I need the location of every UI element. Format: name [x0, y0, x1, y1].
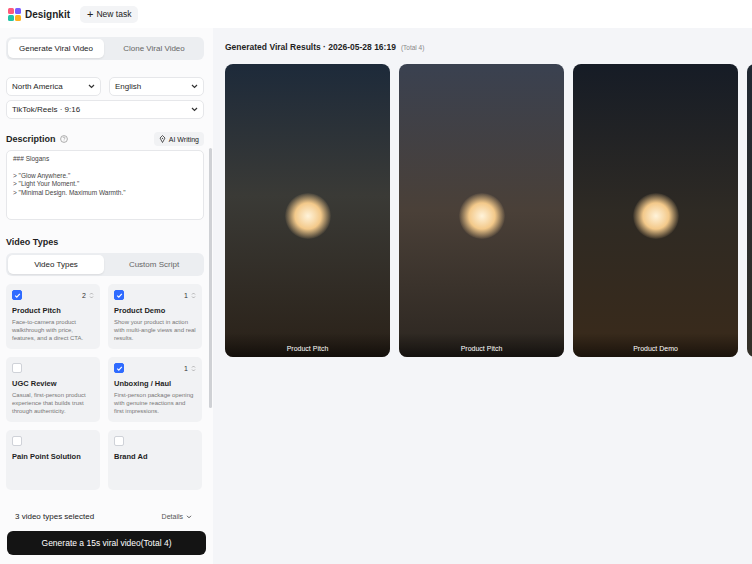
video-type-description: Face-to-camera product walkthrough with …: [12, 318, 94, 342]
format-select[interactable]: TikTok/Reels · 9:16: [6, 100, 204, 119]
chevron-down-icon: [88, 84, 95, 89]
count-stepper[interactable]: 1: [184, 291, 196, 300]
video-type-description: Casual, first-person product experience …: [12, 391, 94, 415]
video-type-title: Pain Point Solution: [12, 452, 94, 461]
results-panel: Generated Viral Results · 2026-05-28 16:…: [213, 28, 752, 564]
description-textarea[interactable]: ### Slogans > "Glow Anywhere."> "Light Yo…: [6, 150, 204, 220]
lamp-image: [633, 193, 679, 239]
count-value: 1: [184, 365, 188, 372]
left-panel: Generate Viral VideoClone Viral Video No…: [0, 28, 213, 564]
results-total: (Total 4): [401, 44, 424, 51]
result-label: Product Pitch: [225, 333, 390, 357]
selected-count: 3 video types selected: [15, 512, 94, 521]
video-type-tabs: Video TypesCustom Script: [6, 253, 204, 276]
pen-icon: [159, 135, 166, 143]
plus-icon: +: [87, 9, 93, 20]
description-line: [13, 164, 197, 172]
checkbox[interactable]: [114, 436, 124, 446]
video-type-controls: [12, 363, 94, 373]
count-stepper[interactable]: 2: [82, 291, 94, 300]
video-type-title: Unboxing / Haul: [114, 379, 196, 388]
checkbox[interactable]: [114, 363, 124, 373]
video-type-controls: [12, 436, 94, 446]
check-icon: [116, 365, 123, 372]
settings-scroll: Generate Viral VideoClone Viral Video No…: [0, 28, 213, 504]
video-type-title: UGC Review: [12, 379, 94, 388]
video-type-tab[interactable]: Custom Script: [106, 255, 202, 274]
checkbox[interactable]: [12, 436, 22, 446]
checkbox[interactable]: [114, 290, 124, 300]
help-icon[interactable]: [60, 135, 68, 143]
description-line: > "Light Your Moment.": [13, 180, 197, 189]
video-type-tab[interactable]: Video Types: [8, 255, 104, 274]
count-stepper[interactable]: 1: [184, 364, 196, 373]
video-types-title: Video Types: [6, 237, 204, 247]
video-type-title: Product Pitch: [12, 306, 94, 315]
chevron-down-icon: [191, 84, 198, 89]
video-type-controls: 2: [12, 290, 94, 300]
description-line: > "Glow Anywhere.": [13, 172, 197, 181]
result-label: Product Pitch: [399, 333, 564, 357]
results-row: Product Pitch Product Pitch Product Demo: [225, 64, 752, 357]
video-type-card[interactable]: 2 Product Pitch Face-to-camera product w…: [6, 284, 100, 349]
video-type-description: Show your product in action with multi-a…: [114, 318, 196, 342]
result-label: Product Demo: [573, 333, 738, 357]
count-value: 1: [184, 292, 188, 299]
video-type-card[interactable]: Brand Ad: [108, 430, 202, 490]
results-title: Generated Viral Results · 2026-05-28 16:…: [225, 42, 396, 52]
mode-tab[interactable]: Clone Viral Video: [106, 39, 202, 58]
chevron-down-icon: [186, 515, 192, 519]
result-video[interactable]: [747, 64, 752, 357]
selection-summary: 3 video types selected Details: [7, 512, 206, 521]
video-type-title: Brand Ad: [114, 452, 196, 461]
mode-tab[interactable]: Generate Viral Video: [8, 39, 104, 58]
video-type-card[interactable]: Pain Point Solution: [6, 430, 100, 490]
result-video[interactable]: Product Demo: [573, 64, 738, 357]
lamp-image: [459, 193, 505, 239]
result-video[interactable]: Product Pitch: [399, 64, 564, 357]
count-value: 2: [82, 292, 86, 299]
app: Designkit + New task Generate Viral Vide…: [0, 0, 752, 564]
up-down-icon: [89, 291, 94, 300]
video-type-card[interactable]: UGC Review Casual, first-person product …: [6, 357, 100, 422]
footer: 3 video types selected Details Generate …: [0, 504, 213, 564]
description-line: > "Minimal Design. Maximum Warmth.": [13, 189, 197, 198]
ai-writing-button[interactable]: AI Writing: [154, 132, 204, 146]
video-type-grid: 2 Product Pitch Face-to-camera product w…: [6, 284, 204, 490]
lamp-image: [285, 193, 331, 239]
scrollbar[interactable]: [209, 148, 212, 408]
up-down-icon: [191, 364, 196, 373]
logo-icon: [8, 8, 21, 21]
description-line: ### Slogans: [13, 155, 197, 164]
check-icon: [14, 292, 21, 299]
region-select[interactable]: North America: [6, 77, 101, 96]
top-bar: Designkit + New task: [0, 0, 752, 28]
results-header: Generated Viral Results · 2026-05-28 16:…: [225, 42, 752, 52]
generate-button[interactable]: Generate a 15s viral video(Total 4): [7, 531, 206, 555]
video-type-description: First-person package opening with genuin…: [114, 391, 196, 415]
chevron-down-icon: [191, 107, 198, 112]
mode-tabs: Generate Viral VideoClone Viral Video: [6, 37, 204, 60]
up-down-icon: [191, 291, 196, 300]
video-type-card[interactable]: 1 Unboxing / Haul First-person package o…: [108, 357, 202, 422]
description-header: Description AI Writing: [6, 132, 204, 146]
main: Generate Viral VideoClone Viral Video No…: [0, 28, 752, 564]
check-icon: [116, 292, 123, 299]
video-type-title: Product Demo: [114, 306, 196, 315]
checkbox[interactable]: [12, 290, 22, 300]
brand-name: Designkit: [25, 9, 70, 20]
description-label: Description: [6, 134, 68, 144]
video-type-controls: 1: [114, 290, 196, 300]
new-task-label: New task: [96, 9, 131, 19]
select-row: North America English: [6, 77, 204, 96]
language-select[interactable]: English: [109, 77, 204, 96]
brand[interactable]: Designkit: [8, 8, 70, 21]
video-type-controls: 1: [114, 363, 196, 373]
new-task-button[interactable]: + New task: [80, 6, 138, 23]
checkbox[interactable]: [12, 363, 22, 373]
details-button[interactable]: Details: [156, 512, 198, 521]
video-type-card[interactable]: 1 Product Demo Show your product in acti…: [108, 284, 202, 349]
video-type-controls: [114, 436, 196, 446]
result-video[interactable]: Product Pitch: [225, 64, 390, 357]
